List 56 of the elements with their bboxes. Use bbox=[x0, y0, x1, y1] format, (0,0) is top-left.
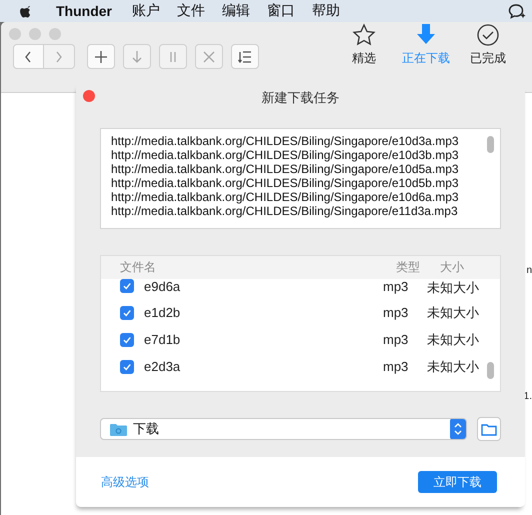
file-name: e2d3a bbox=[144, 359, 182, 374]
file-name: e9d6a bbox=[144, 279, 182, 294]
file-name: e7d1b bbox=[144, 332, 182, 347]
file-type: mp3 bbox=[383, 305, 410, 320]
sort-button[interactable] bbox=[231, 44, 259, 69]
menu-item[interactable]: 窗口 bbox=[267, 2, 295, 20]
dialog-title: 新建下载任务 bbox=[262, 89, 340, 107]
close-button[interactable] bbox=[83, 90, 95, 102]
scrollbar-thumb[interactable] bbox=[487, 136, 494, 153]
back-button[interactable] bbox=[13, 44, 44, 69]
url-text-area[interactable] bbox=[100, 128, 501, 229]
url-line: http://media.talkbank.org/CHILDES/Biling/Singapore/e10d3b.mp3 bbox=[111, 148, 460, 162]
file-size: 未知大小 bbox=[427, 279, 480, 297]
file-type: mp3 bbox=[383, 279, 410, 294]
url-line: http://media.talkbank.org/CHILDES/Biling/Singapore/e10d5a.mp3 bbox=[111, 162, 460, 176]
menu-item[interactable]: 帮助 bbox=[312, 2, 340, 20]
file-size: 未知大小 bbox=[427, 358, 480, 376]
list-icon bbox=[237, 48, 253, 64]
url-line: http://media.talkbank.org/CHILDES/Biling/Singapore/e11d3a.mp3 bbox=[111, 204, 459, 218]
checkbox[interactable] bbox=[120, 306, 134, 320]
browse-folder-button[interactable] bbox=[477, 417, 501, 441]
url-line: http://media.talkbank.org/CHILDES/Biling/Singapore/e10d3a.mp3 bbox=[111, 134, 460, 148]
file-type: mp3 bbox=[383, 359, 410, 374]
folder-icon bbox=[481, 422, 497, 436]
checkmark-icon bbox=[122, 334, 132, 344]
file-name: e1d2b bbox=[144, 305, 182, 320]
download-now-button[interactable]: 立即下载 bbox=[418, 471, 497, 493]
plus-icon bbox=[93, 48, 109, 64]
chat-bubble-icon bbox=[508, 3, 526, 19]
checkbox[interactable] bbox=[120, 360, 134, 374]
toolbar-tab[interactable]: 精选 bbox=[338, 22, 390, 66]
menu-item[interactable]: 编辑 bbox=[222, 2, 250, 20]
checkmark-icon bbox=[122, 308, 132, 318]
down-arrow-icon bbox=[414, 22, 438, 46]
url-line: http://media.talkbank.org/CHILDES/Biling/Singapore/e10d6a.mp3 bbox=[111, 190, 460, 204]
app-menu[interactable]: Thunder bbox=[56, 3, 112, 19]
checkbox[interactable] bbox=[120, 332, 134, 346]
toolbar-tab[interactable]: 已完成 bbox=[462, 22, 514, 66]
checkmark-circle-icon bbox=[476, 22, 500, 46]
scrollbar-thumb[interactable] bbox=[487, 362, 494, 379]
file-type: mp3 bbox=[383, 332, 410, 347]
menu-item[interactable]: 文件 bbox=[177, 2, 205, 20]
file-size: 未知大小 bbox=[427, 304, 480, 322]
folder-dropdown[interactable]: 下载 bbox=[100, 418, 467, 440]
stepper-arrows-icon bbox=[450, 419, 466, 439]
file-size: 未知大小 bbox=[427, 330, 480, 348]
close-icon bbox=[201, 48, 217, 64]
checkmark-icon bbox=[122, 362, 132, 372]
url-line: http://media.talkbank.org/CHILDES/Biling/Singapore/e10d5b.mp3 bbox=[111, 176, 460, 190]
add-button[interactable] bbox=[87, 44, 115, 69]
menu-item[interactable]: 账户 bbox=[132, 2, 160, 20]
checkbox[interactable] bbox=[120, 279, 134, 293]
background-text: n bbox=[526, 265, 532, 277]
star-icon bbox=[352, 22, 376, 46]
folder-icon bbox=[110, 422, 127, 436]
checkmark-icon bbox=[122, 281, 132, 291]
